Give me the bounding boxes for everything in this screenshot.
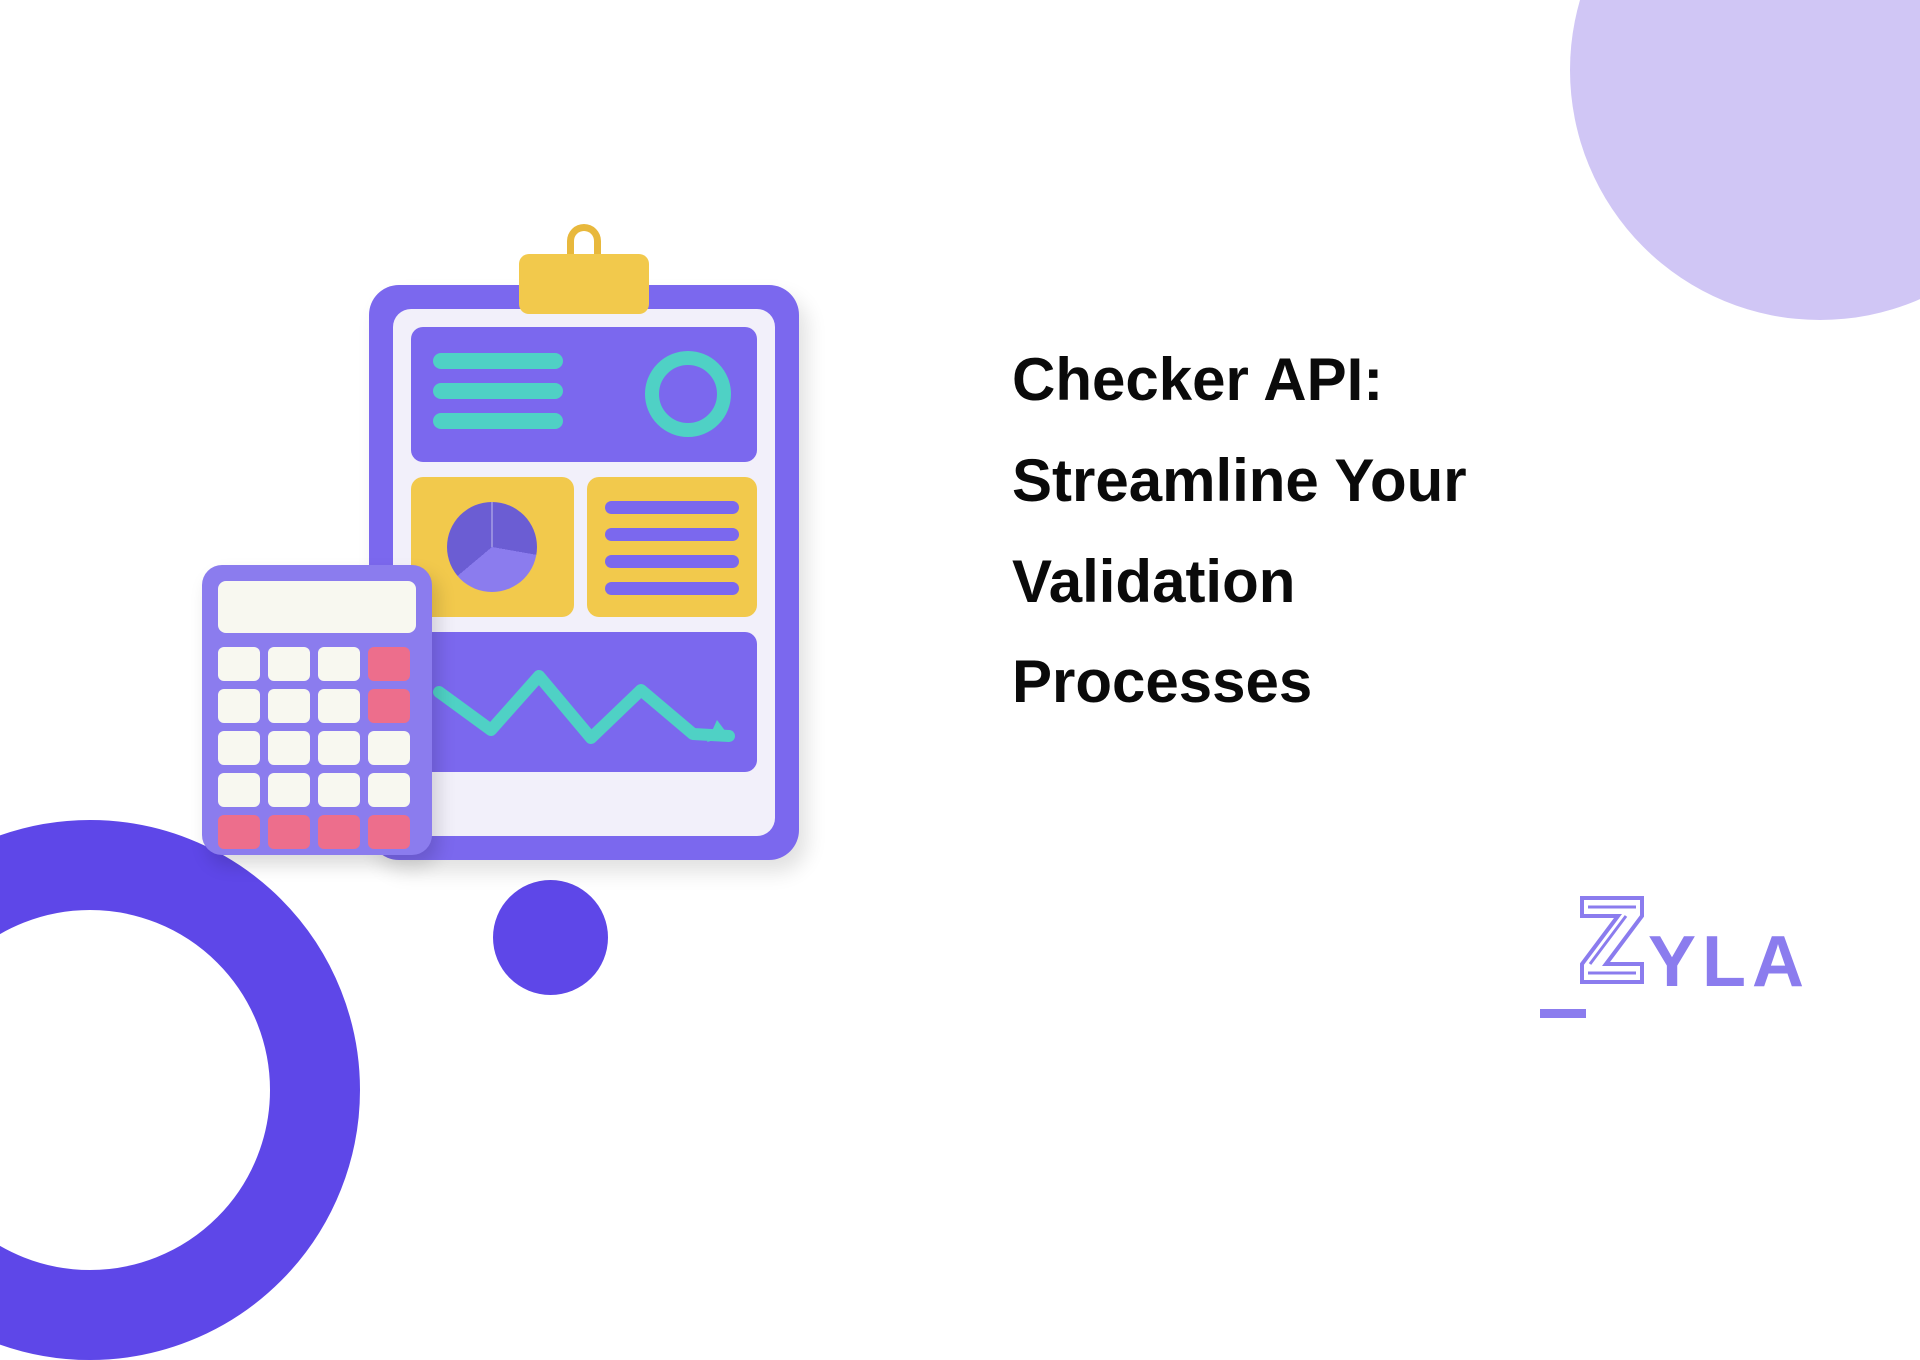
circle-icon bbox=[645, 351, 731, 437]
calc-screen bbox=[218, 581, 416, 633]
panel-pie bbox=[411, 477, 574, 617]
logo-z-icon bbox=[1578, 894, 1646, 986]
calc-keys bbox=[218, 647, 410, 849]
logo-text: YLA bbox=[1648, 926, 1810, 998]
clipboard-illustration bbox=[190, 240, 830, 880]
board-inner bbox=[393, 309, 775, 836]
decorative-circle-top bbox=[1570, 0, 1920, 320]
panel-lines-circle bbox=[411, 327, 757, 462]
panel-chart bbox=[411, 632, 757, 772]
panel-lines bbox=[587, 477, 757, 617]
trend-chart-icon bbox=[431, 652, 737, 752]
zyla-logo: YLA bbox=[1578, 894, 1810, 998]
page-title: Checker API: Streamline Your Validation … bbox=[1012, 330, 1572, 733]
board-outer bbox=[369, 285, 799, 860]
pie-chart-icon bbox=[447, 502, 537, 592]
calculator-icon bbox=[202, 565, 432, 855]
clipboard-icon bbox=[369, 260, 799, 880]
decorative-circle-small bbox=[493, 880, 608, 995]
clip-top bbox=[519, 254, 649, 314]
decorative-ring-bottom bbox=[0, 820, 360, 1360]
logo-underline bbox=[1540, 1009, 1586, 1018]
